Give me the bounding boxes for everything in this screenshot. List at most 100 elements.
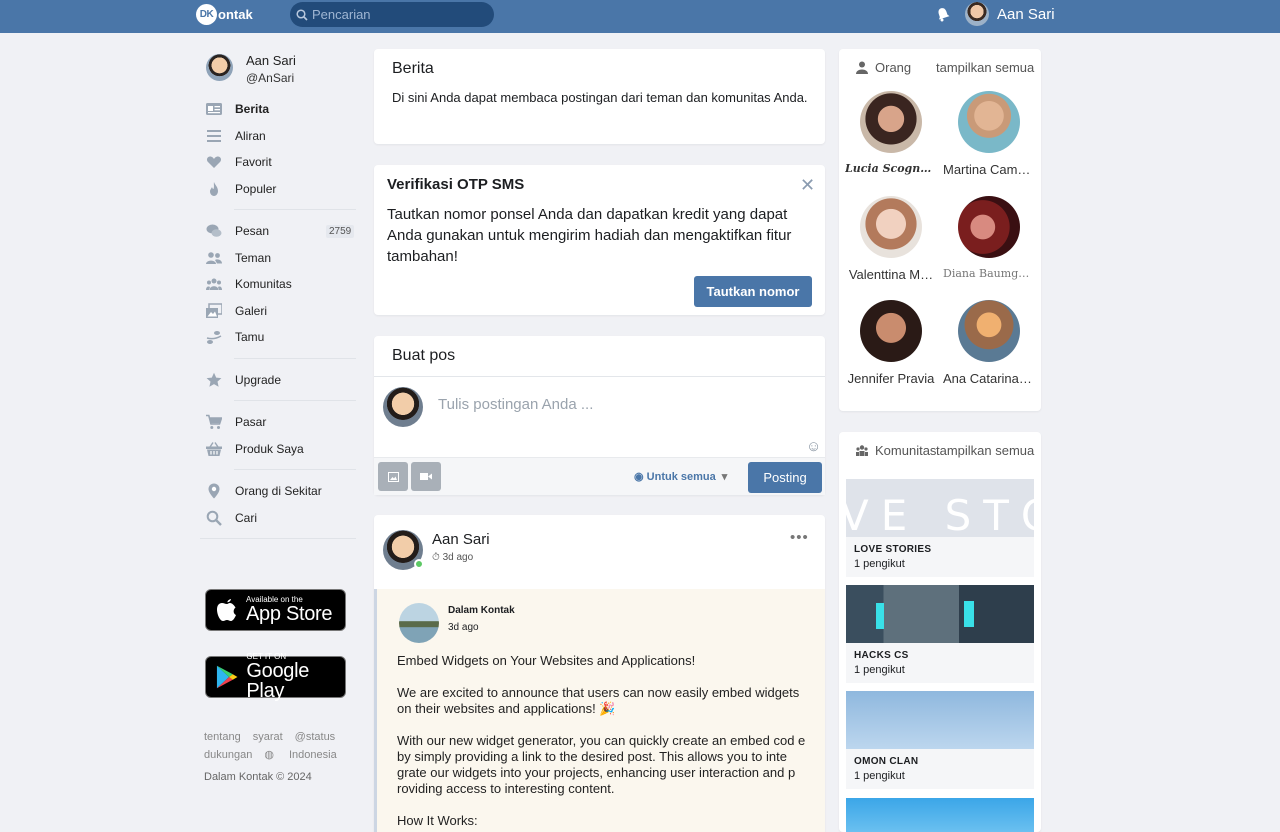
footer-link-about[interactable]: tentang xyxy=(204,731,241,743)
language-label: Indonesia xyxy=(288,749,337,761)
communities-header: Komunitas xyxy=(856,443,936,458)
sidebar-item-berita[interactable]: Berita xyxy=(200,96,362,123)
sidebar-item-label: Teman xyxy=(235,250,272,265)
post-composer: Buat pos Tulis postingan Anda ... ☺ ◉ Un… xyxy=(374,336,825,495)
close-icon[interactable]: ✕ xyxy=(800,175,815,196)
search-box[interactable] xyxy=(290,2,494,27)
footer-link-status[interactable]: @status xyxy=(295,731,336,743)
logo-mark: DK xyxy=(196,3,217,25)
sidebar-item-label: Populer xyxy=(235,181,277,196)
header-user-name[interactable]: Aan Sari xyxy=(997,6,1055,23)
sidebar-item-galeri[interactable]: Galeri xyxy=(200,298,362,325)
sidebar-item-pasar[interactable]: Pasar xyxy=(200,409,362,436)
footer-links-row-2: dukungan ◍ Indonesia xyxy=(204,748,349,761)
profile-name[interactable]: Aan Sari xyxy=(246,53,296,68)
google-play-icon xyxy=(216,665,238,689)
location-icon xyxy=(208,483,220,499)
sidebar-item-tamu[interactable]: Tamu xyxy=(200,324,362,351)
sidebar-item-teman[interactable]: Teman xyxy=(200,245,362,272)
chat-icon xyxy=(206,224,222,238)
sidebar-item-populer[interactable]: Populer xyxy=(200,176,362,203)
banner-figure xyxy=(876,603,884,629)
communities-widget: Komunitas tampilkan semua VE STOR LOVE S… xyxy=(839,432,1041,832)
sidebar-item-label: Tamu xyxy=(235,330,265,345)
globe-icon: ◍ xyxy=(264,749,277,761)
search-icon xyxy=(296,8,308,21)
sidebar-item-label: Aliran xyxy=(235,128,266,143)
community-card[interactable]: OMON CLAN 1 pengikut xyxy=(846,691,1034,789)
community-name: LOVE STORIES xyxy=(854,544,932,555)
logo[interactable]: DK ontak xyxy=(196,3,253,25)
friends-icon xyxy=(206,251,222,264)
post-paragraph: With our new widget generator, you can q… xyxy=(397,733,806,796)
add-video-button[interactable] xyxy=(411,462,441,491)
online-status-dot xyxy=(414,559,424,569)
avatar[interactable] xyxy=(399,603,439,643)
sidebar-item-label: Produk Saya xyxy=(235,441,304,456)
community-name: OMON CLAN xyxy=(854,756,919,767)
person-name: Lucia Scognamiglio xyxy=(845,162,937,175)
app-store-button[interactable]: Available on the App Store xyxy=(205,589,346,631)
link-number-button[interactable]: Tautkan nomor xyxy=(694,276,812,307)
shared-post-author[interactable]: Dalam Kontak xyxy=(448,605,515,616)
community-banner xyxy=(846,585,1034,643)
community-card[interactable]: HACKS CS 1 pengikut xyxy=(846,585,1034,683)
people-widget: Orang tampilkan semua Lucia Scognamiglio… xyxy=(839,49,1041,411)
header-avatar[interactable] xyxy=(965,2,989,26)
people-view-all-link[interactable]: tampilkan semua xyxy=(936,60,1034,75)
sidebar-item-orang-di-sekitar[interactable]: Orang di Sekitar xyxy=(200,478,362,505)
sidebar-item-favorit[interactable]: Favorit xyxy=(200,149,362,176)
audience-selector[interactable]: ◉ Untuk semua ▾ xyxy=(634,470,727,483)
language-selector[interactable]: ◍ Indonesia xyxy=(264,749,348,761)
community-icon xyxy=(856,445,868,456)
community-card[interactable]: VE STOR LOVE STORIES 1 pengikut xyxy=(846,479,1034,577)
shared-post-time: 3d ago xyxy=(448,622,479,633)
post-author[interactable]: Aan Sari xyxy=(432,531,490,548)
copyright: Dalam Kontak © 2024 xyxy=(204,771,312,783)
sidebar-item-aliran[interactable]: Aliran xyxy=(200,123,362,150)
divider xyxy=(234,209,356,210)
google-play-button[interactable]: GET IT ON Google Play xyxy=(205,653,346,701)
avatar[interactable] xyxy=(206,54,233,81)
more-options-icon[interactable]: ••• xyxy=(790,529,809,546)
sidebar-item-komunitas[interactable]: Komunitas xyxy=(200,271,362,298)
search-icon xyxy=(206,510,222,526)
avatar xyxy=(860,300,922,362)
footer-link-support[interactable]: dukungan xyxy=(204,749,252,761)
star-icon xyxy=(206,372,222,387)
footer-link-terms[interactable]: syarat xyxy=(253,731,283,743)
sidebar-item-produk-saya[interactable]: Produk Saya xyxy=(200,436,362,463)
banner-text: VE STOR xyxy=(846,491,1034,537)
audience-label: Untuk semua xyxy=(646,471,716,483)
sidebar-item-cari[interactable]: Cari xyxy=(200,505,362,532)
sidebar-item-upgrade[interactable]: Upgrade xyxy=(200,367,362,394)
divider xyxy=(234,400,356,401)
composer-title: Buat pos xyxy=(392,347,456,364)
image-icon xyxy=(387,471,399,482)
community-card[interactable] xyxy=(846,798,1034,832)
person-card[interactable]: Lucia Scognamiglio xyxy=(845,91,937,175)
notifications-bell-icon[interactable] xyxy=(936,7,950,25)
person-card[interactable]: Jennifer Pravia xyxy=(845,300,937,386)
banner-figure xyxy=(964,601,974,627)
sidebar-item-label: Galeri xyxy=(235,303,268,318)
person-card[interactable]: Martina Camp… xyxy=(943,91,1035,177)
communities-view-all-link[interactable]: tampilkan semua xyxy=(936,443,1034,458)
divider xyxy=(374,376,825,377)
sidebar-item-pesan[interactable]: Pesan 2759 xyxy=(200,218,362,245)
person-card[interactable]: Ana Catarina … xyxy=(943,300,1035,386)
profile-summary[interactable]: Aan Sari @AnSari xyxy=(200,48,362,96)
post-text-input[interactable]: Tulis postingan Anda ... xyxy=(438,396,593,413)
person-name: Martina Camp… xyxy=(943,162,1035,177)
person-icon xyxy=(856,61,868,74)
person-card[interactable]: Diana Baumgart… xyxy=(943,196,1035,280)
person-card[interactable]: Valenttina M… xyxy=(845,196,937,282)
emoji-icon[interactable]: ☺ xyxy=(806,438,821,455)
community-followers: 1 pengikut xyxy=(854,558,905,570)
search-input[interactable] xyxy=(312,7,482,22)
add-photo-button[interactable] xyxy=(378,462,408,491)
post-button[interactable]: Posting xyxy=(748,462,822,493)
people-header: Orang xyxy=(856,60,911,75)
communities-title: Komunitas xyxy=(875,443,937,458)
shared-post-body: Embed Widgets on Your Websites and Appli… xyxy=(397,653,807,832)
